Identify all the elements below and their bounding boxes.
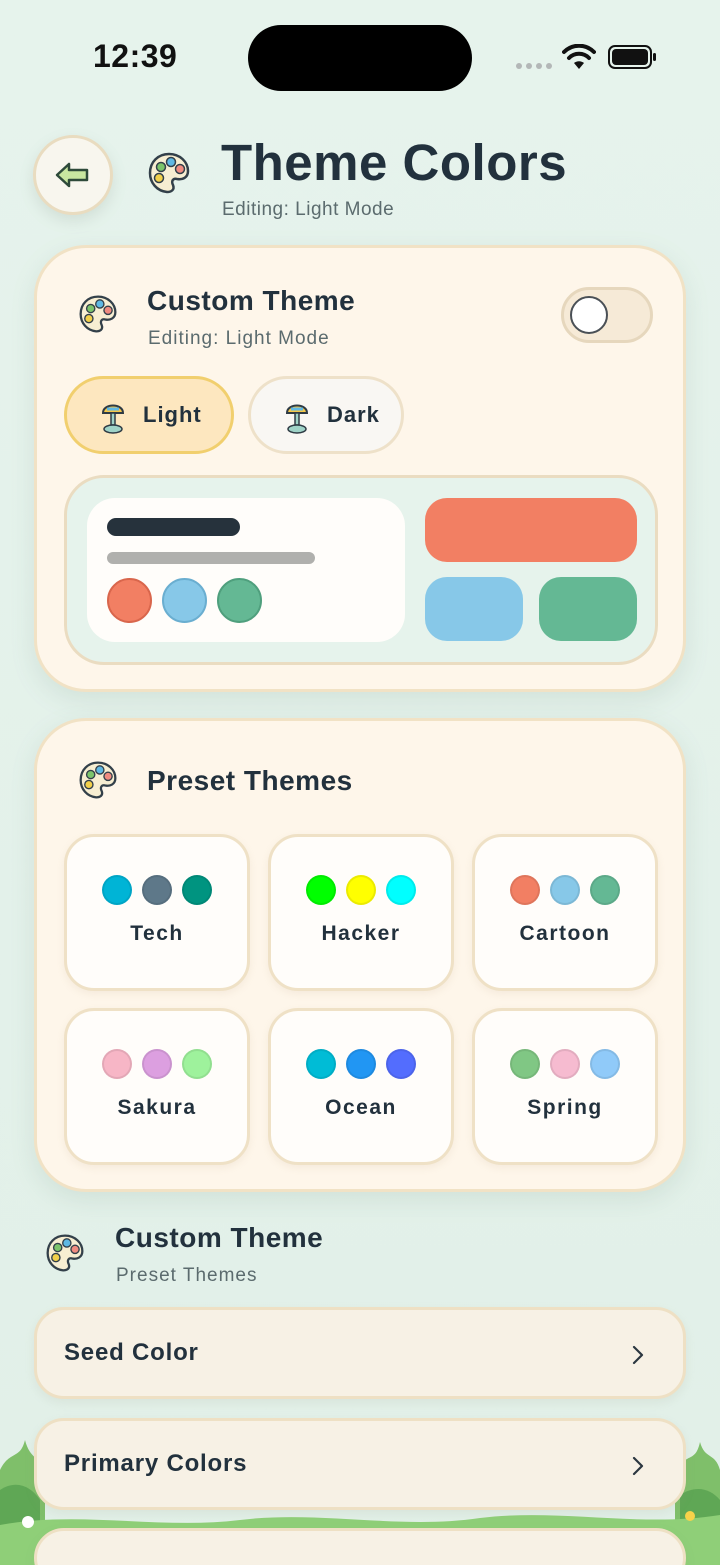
- mode-dark-button[interactable]: Dark: [248, 376, 404, 454]
- preset-tech[interactable]: Tech: [64, 834, 250, 991]
- swatch: [346, 875, 376, 905]
- custom-theme-toggle[interactable]: [561, 287, 653, 343]
- swatch: [182, 1049, 212, 1079]
- dynamic-island: [248, 25, 472, 91]
- swatch: [182, 875, 212, 905]
- primary-colors-row[interactable]: Primary Colors: [34, 1418, 686, 1510]
- preview-block-secondary: [425, 577, 523, 641]
- battery-icon: [608, 45, 656, 69]
- custom-theme-subtitle: Editing: Light Mode: [148, 328, 330, 349]
- preset-cartoon[interactable]: Cartoon: [472, 834, 658, 991]
- palette-icon: [79, 761, 117, 799]
- preset-themes-card: Preset Themes Tech Hacker Cartoon Sakura…: [34, 718, 686, 1192]
- primary-colors-label: Primary Colors: [64, 1450, 248, 1477]
- preset-themes-title: Preset Themes: [147, 765, 353, 796]
- swatch: [306, 1049, 336, 1079]
- mode-light-button[interactable]: Light: [64, 376, 234, 454]
- swatch: [510, 1049, 540, 1079]
- swatch: [590, 1049, 620, 1079]
- wifi-icon: [562, 44, 596, 69]
- preview-block-tertiary: [539, 577, 637, 641]
- back-button[interactable]: [33, 135, 113, 215]
- custom-section-title: Custom Theme: [115, 1222, 324, 1253]
- swatch-group: [102, 875, 212, 905]
- mode-light-label: Light: [143, 402, 202, 427]
- swatch: [142, 875, 172, 905]
- preset-grid: Tech Hacker Cartoon Sakura Ocean Spring: [64, 834, 658, 1165]
- preview-title-bar: [107, 518, 240, 536]
- toggle-knob: [570, 296, 608, 334]
- palette-icon: [148, 152, 190, 194]
- swatch: [386, 1049, 416, 1079]
- preview-text-bar: [107, 552, 315, 564]
- swatch: [510, 875, 540, 905]
- custom-theme-card: Custom Theme Editing: Light Mode Light D…: [34, 245, 686, 692]
- lamp-icon: [285, 404, 309, 434]
- custom-section-subtitle: Preset Themes: [116, 1265, 258, 1286]
- swatch: [142, 1049, 172, 1079]
- preview-dot-secondary: [162, 578, 207, 623]
- swatch: [386, 875, 416, 905]
- preset-name: Sakura: [117, 1096, 197, 1119]
- preset-hacker[interactable]: Hacker: [268, 834, 454, 991]
- next-row-partial[interactable]: [34, 1528, 686, 1565]
- swatch: [346, 1049, 376, 1079]
- preview-surface: [87, 498, 405, 642]
- swatch: [550, 1049, 580, 1079]
- preset-name: Hacker: [321, 922, 401, 945]
- swatch-group: [510, 875, 620, 905]
- custom-theme-title: Custom Theme: [147, 285, 356, 316]
- chevron-right-icon: [632, 1345, 644, 1365]
- swatch-group: [510, 1049, 620, 1079]
- swatch-group: [306, 875, 416, 905]
- arrow-left-icon: [55, 162, 89, 188]
- swatch: [590, 875, 620, 905]
- page-subtitle: Editing: Light Mode: [222, 199, 395, 220]
- swatch: [306, 875, 336, 905]
- palette-icon: [46, 1234, 84, 1272]
- swatch-group: [306, 1049, 416, 1079]
- mode-dark-label: Dark: [327, 402, 380, 427]
- preset-name: Tech: [130, 922, 184, 945]
- palette-icon: [79, 295, 117, 333]
- signal-icon: [516, 63, 552, 69]
- preset-sakura[interactable]: Sakura: [64, 1008, 250, 1165]
- preview-block-primary: [425, 498, 637, 562]
- preview-dot-primary: [107, 578, 152, 623]
- lamp-icon: [101, 404, 125, 434]
- swatch: [102, 1049, 132, 1079]
- status-bar: 12:39: [0, 0, 720, 110]
- page-title: Theme Colors: [221, 134, 568, 191]
- seed-color-row[interactable]: Seed Color: [34, 1307, 686, 1399]
- preview-dot-tertiary: [217, 578, 262, 623]
- swatch: [550, 875, 580, 905]
- preset-name: Ocean: [325, 1096, 397, 1119]
- theme-preview: [64, 475, 658, 665]
- preset-name: Cartoon: [519, 922, 611, 945]
- swatch: [102, 875, 132, 905]
- preset-name: Spring: [527, 1096, 603, 1119]
- seed-color-label: Seed Color: [64, 1339, 199, 1366]
- status-time: 12:39: [93, 38, 178, 74]
- chevron-right-icon: [632, 1456, 644, 1476]
- preset-spring[interactable]: Spring: [472, 1008, 658, 1165]
- swatch-group: [102, 1049, 212, 1079]
- preset-ocean[interactable]: Ocean: [268, 1008, 454, 1165]
